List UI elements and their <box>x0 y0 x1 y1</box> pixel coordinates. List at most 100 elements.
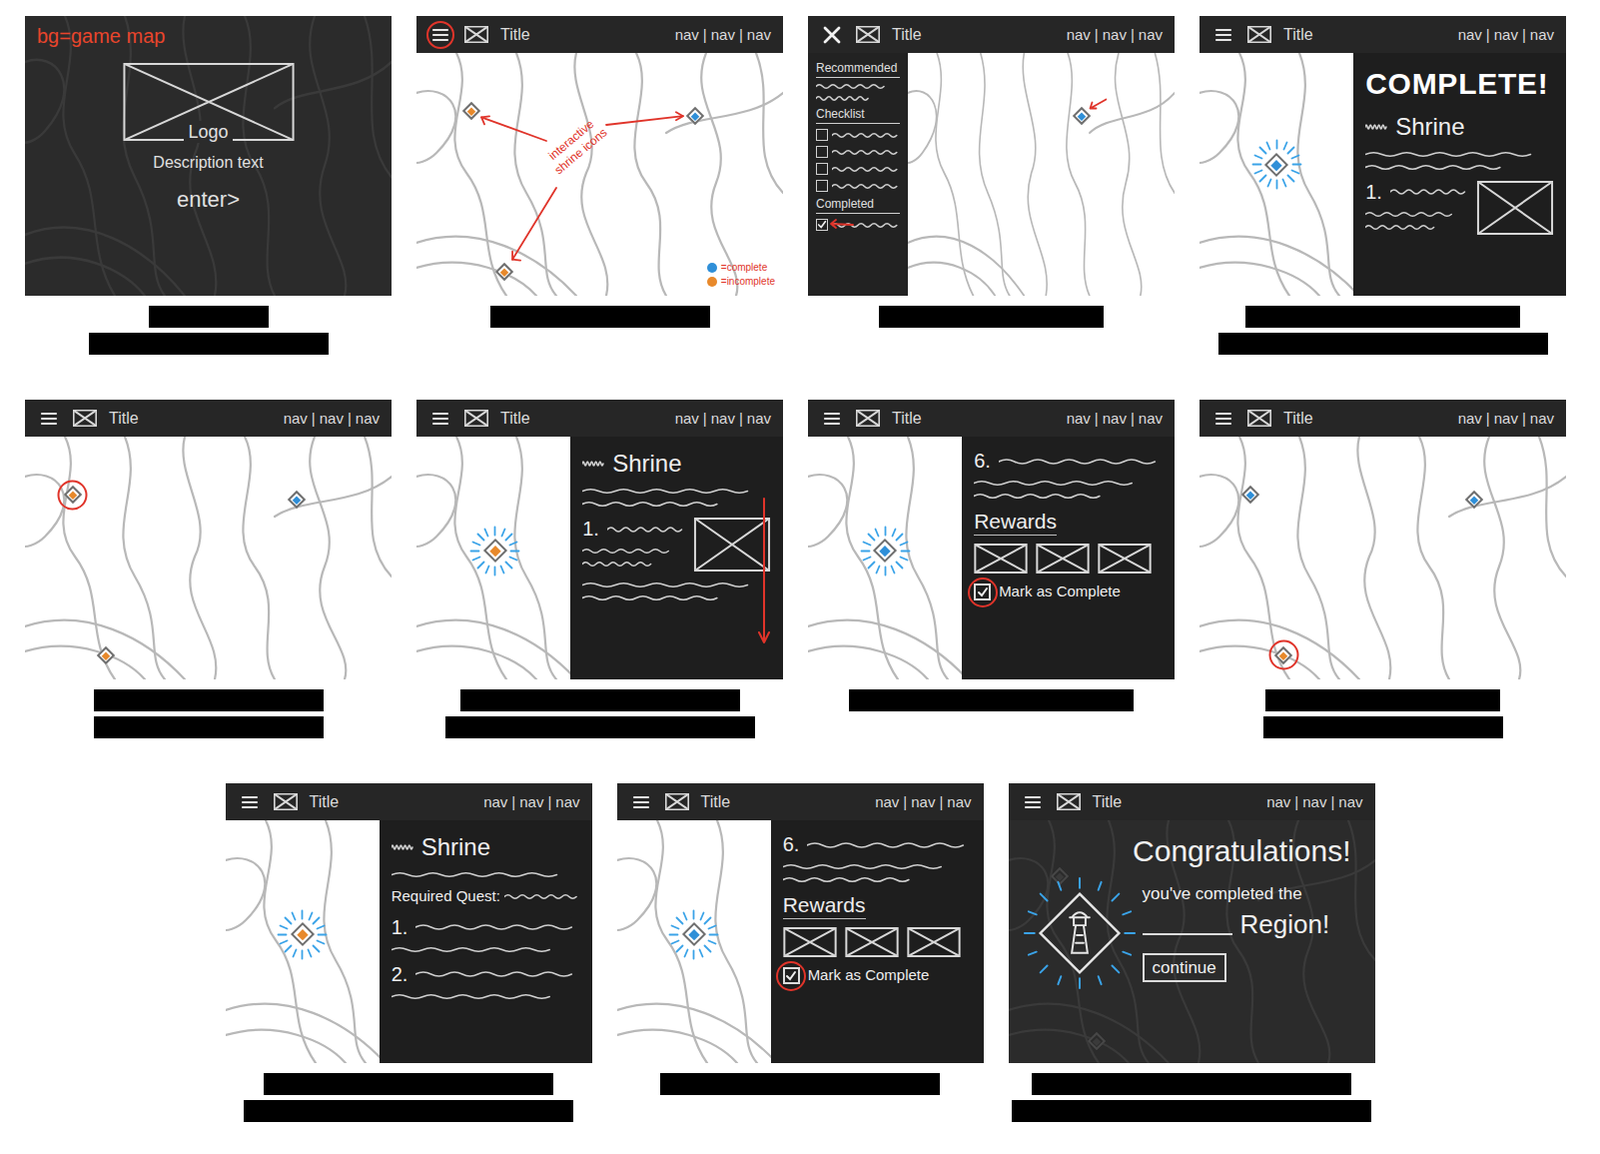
shrine-pin[interactable] <box>1074 109 1088 123</box>
shrine-pin[interactable] <box>498 264 512 278</box>
mark-complete[interactable]: Mark as Complete <box>973 582 1163 602</box>
nav-link[interactable]: nav <box>711 26 736 42</box>
nav-link[interactable]: nav <box>1066 410 1091 426</box>
shrine-pin[interactable] <box>1277 648 1291 662</box>
nav-link[interactable]: nav <box>1494 410 1519 426</box>
shrine-pin[interactable] <box>1268 155 1286 173</box>
map-view[interactable] <box>416 436 571 680</box>
map-view[interactable] <box>617 819 772 1063</box>
map-view[interactable] <box>807 436 962 680</box>
menu-icon[interactable] <box>822 410 841 427</box>
nav-link[interactable]: nav <box>747 26 772 42</box>
menu-button[interactable] <box>237 790 262 814</box>
menu-button[interactable] <box>1211 406 1236 431</box>
shrine-pin[interactable] <box>1052 868 1066 882</box>
nav-link[interactable]: nav <box>1102 26 1127 42</box>
checkbox[interactable] <box>815 128 828 141</box>
checklist-item[interactable] <box>815 128 900 141</box>
nav-link[interactable]: nav <box>319 410 344 426</box>
checkbox[interactable] <box>815 162 828 175</box>
text-lines <box>582 487 772 508</box>
menu-button[interactable] <box>428 406 453 431</box>
nav-link[interactable]: nav <box>555 794 580 809</box>
menu-icon[interactable] <box>431 410 450 427</box>
nav-link[interactable]: nav <box>1458 410 1483 426</box>
nav-link[interactable]: nav <box>1066 26 1091 42</box>
nav-link[interactable]: nav <box>946 794 971 809</box>
checkbox[interactable] <box>815 218 828 231</box>
checklist-item[interactable] <box>815 218 900 231</box>
checkbox[interactable] <box>815 145 828 158</box>
shrine-pin[interactable] <box>1244 488 1258 502</box>
menu-icon[interactable] <box>1214 410 1233 427</box>
shrine-pin[interactable] <box>289 493 303 507</box>
nav-link[interactable]: nav <box>711 410 736 426</box>
shrine-pin[interactable] <box>293 925 311 943</box>
mark-complete[interactable]: Mark as Complete <box>783 965 972 985</box>
nav-link[interactable]: nav <box>1338 794 1363 809</box>
map-view[interactable] <box>907 52 1175 296</box>
enter-button[interactable]: enter> <box>176 182 240 216</box>
nav-link[interactable]: nav <box>1266 794 1291 809</box>
nav-link[interactable]: nav <box>747 410 772 426</box>
nav-link[interactable]: nav <box>1138 410 1163 426</box>
checklist-item[interactable] <box>815 162 900 175</box>
wireframe-screen: bg=game mapLogoDescription textenter> <box>24 15 392 296</box>
map-view[interactable] <box>225 819 380 1063</box>
menu-icon[interactable] <box>431 26 450 43</box>
nav-link[interactable]: nav <box>675 26 700 42</box>
shrine-pin[interactable] <box>486 542 504 560</box>
nav-link[interactable]: nav <box>1458 26 1483 42</box>
shrine-pin[interactable] <box>98 648 112 662</box>
menu-button[interactable] <box>819 22 844 47</box>
nav-link[interactable]: nav <box>1530 26 1555 42</box>
menu-icon[interactable] <box>632 794 651 810</box>
nav-link[interactable]: nav <box>1530 410 1555 426</box>
wireframe-screen: Titlenav|nav|navCOMPLETE!Shrine1. <box>1199 15 1567 296</box>
continue-button[interactable]: continue <box>1142 952 1227 982</box>
shrine-pin[interactable] <box>65 488 79 502</box>
menu-icon[interactable] <box>39 410 58 427</box>
menu-button[interactable] <box>1211 22 1236 47</box>
menu-button[interactable] <box>1020 790 1045 814</box>
shrine-pin[interactable] <box>1468 493 1482 507</box>
map-view[interactable] <box>1199 52 1354 296</box>
checkbox[interactable] <box>815 179 828 192</box>
nav-link[interactable]: nav <box>675 410 700 426</box>
checklist-item[interactable] <box>815 179 900 192</box>
menu-icon[interactable] <box>1023 794 1042 810</box>
nav-link[interactable]: nav <box>1302 794 1327 809</box>
check-icon <box>785 969 798 982</box>
nav-link[interactable]: nav <box>1494 26 1519 42</box>
shrine-panel: COMPLETE!Shrine1. <box>1353 52 1567 296</box>
nav-link[interactable]: nav <box>910 794 935 809</box>
nav-link[interactable]: nav <box>519 794 544 809</box>
nav-link[interactable]: nav <box>1102 410 1127 426</box>
shrine-pin[interactable] <box>688 109 702 123</box>
checkbox[interactable] <box>783 966 800 984</box>
nav-link[interactable]: nav <box>1138 26 1163 42</box>
menu-button[interactable] <box>36 406 61 431</box>
map-view[interactable] <box>24 436 392 680</box>
shrine-pin[interactable] <box>1089 1034 1103 1048</box>
nav-link[interactable]: nav <box>483 794 508 809</box>
menu-button[interactable] <box>629 790 654 814</box>
nav-link[interactable]: nav <box>874 794 899 809</box>
menu-button[interactable] <box>819 406 844 431</box>
nav-link[interactable]: nav <box>355 410 380 426</box>
shrine-pin[interactable] <box>876 542 894 560</box>
map-view[interactable]: interactive shrine icons=complete=incomp… <box>416 52 784 296</box>
menu-button[interactable] <box>428 22 453 47</box>
caption <box>24 295 392 400</box>
menu-icon[interactable] <box>240 794 259 810</box>
map-view[interactable] <box>1199 436 1567 680</box>
menu-icon[interactable] <box>1214 26 1233 43</box>
pin-diamond <box>1264 152 1289 177</box>
top-bar: Titlenav|nav|nav <box>807 399 1175 437</box>
checklist-item[interactable] <box>815 145 900 158</box>
close-icon[interactable] <box>821 24 842 45</box>
nav-link[interactable]: nav <box>283 410 308 426</box>
checkbox[interactable] <box>973 583 991 601</box>
shrine-pin[interactable] <box>465 104 479 118</box>
shrine-pin[interactable] <box>685 925 703 943</box>
